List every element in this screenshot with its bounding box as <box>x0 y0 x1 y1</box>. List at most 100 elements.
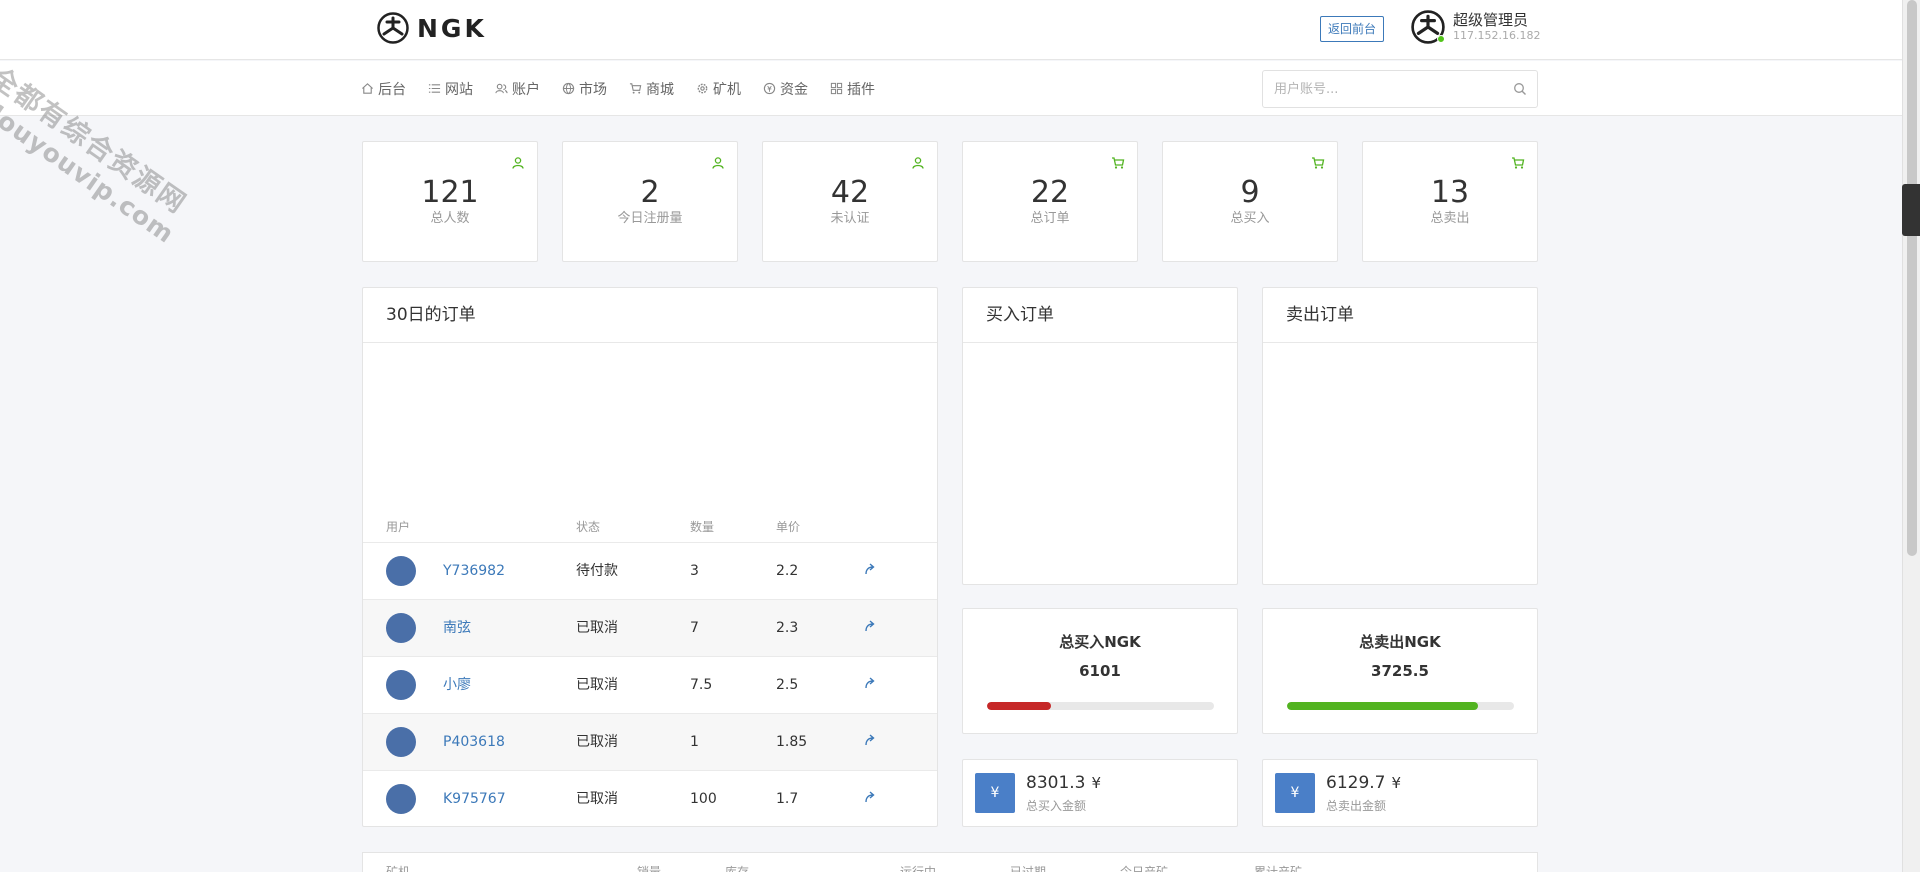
coin-icon <box>763 82 776 95</box>
nav-label: 市场 <box>579 81 607 98</box>
stat-card-total-orders: 22 总订单 <box>962 141 1138 262</box>
nav-label: 后台 <box>378 81 406 98</box>
cart-icon <box>1312 157 1325 169</box>
table-row: P403618 已取消 1 1.85 <box>363 713 937 770</box>
order-price: 1.7 <box>776 791 799 807</box>
stat-label: 未认证 <box>830 211 870 226</box>
search-icon[interactable] <box>1513 82 1527 96</box>
stat-value: 42 <box>830 175 870 210</box>
nav-item-miner[interactable]: 矿机 <box>696 79 741 99</box>
nav-item-mall[interactable]: 商城 <box>629 79 674 99</box>
scrollbar-thumb[interactable] <box>1907 0 1917 556</box>
column-header: 库存 <box>725 865 750 872</box>
total-sell-amount-card: ¥ 6129.7 ¥ 总卖出金额 <box>1262 759 1538 827</box>
order-price: 2.3 <box>776 620 799 636</box>
column-header: 状态 <box>576 520 601 534</box>
column-header: 单价 <box>776 520 801 534</box>
share-icon[interactable] <box>863 790 877 804</box>
order-user-link[interactable]: Y736982 <box>443 543 505 599</box>
table-row: 南弦 已取消 7 2.3 <box>363 599 937 656</box>
table-row: K975767 已取消 100 1.7 <box>363 770 937 827</box>
column-header: 运行中 <box>900 865 937 872</box>
order-status: 待付款 <box>576 563 618 579</box>
back-to-frontend-button[interactable]: 返回前台 <box>1320 16 1385 42</box>
total-buy-amount-card: ¥ 8301.3 ¥ 总买入金额 <box>962 759 1238 827</box>
share-icon[interactable] <box>863 619 877 633</box>
brand-logo[interactable]: NGK <box>377 12 487 44</box>
order-status: 已取消 <box>576 677 618 693</box>
total-buy-amount: 8301.3 ¥ <box>1026 773 1101 793</box>
nav-label: 网站 <box>445 81 473 98</box>
stat-value: 9 <box>1240 175 1260 210</box>
stat-value: 121 <box>421 175 479 210</box>
list-icon <box>428 84 441 93</box>
avatar <box>386 784 416 814</box>
total-buy-progress-fill <box>987 702 1051 710</box>
column-header: 已过期 <box>1010 865 1047 872</box>
column-header: 累计产矿 <box>1254 865 1303 872</box>
stat-value: 13 <box>1430 175 1470 210</box>
top-bar: NGK 返回前台 超级管理员 117.152.16.182 <box>0 0 1902 60</box>
total-buy-amount-value: 8301.3 <box>1026 773 1086 793</box>
user-icon <box>712 157 724 169</box>
yen-icon: ¥ <box>975 773 1015 813</box>
order-user-link[interactable]: 小廖 <box>443 657 471 713</box>
total-sell-title: 总卖出NGK <box>1359 633 1441 651</box>
currency-symbol: ¥ <box>1391 774 1402 792</box>
total-sell-amount: 6129.7 ¥ <box>1326 773 1401 793</box>
total-buy-amount-label: 总买入金额 <box>1026 799 1087 813</box>
yen-icon: ¥ <box>1275 773 1315 813</box>
side-tab[interactable] <box>1902 184 1920 236</box>
stat-value: 22 <box>1030 175 1070 210</box>
nav-item-market[interactable]: 市场 <box>562 79 607 99</box>
users-icon <box>495 83 508 94</box>
buy-orders-panel: 买入订单 <box>962 287 1238 585</box>
nav-label: 插件 <box>847 81 875 98</box>
online-status-dot <box>1437 35 1445 43</box>
page-scrollbar[interactable] <box>1902 0 1920 872</box>
brand-name: NGK <box>417 13 487 43</box>
nav-item-account[interactable]: 账户 <box>495 79 540 99</box>
total-buy-progress <box>987 702 1214 710</box>
total-sell-amount-value: 6129.7 <box>1326 773 1386 793</box>
order-quantity: 7 <box>690 620 699 636</box>
nav-item-funds[interactable]: 资金 <box>763 79 808 99</box>
avatar <box>386 670 416 700</box>
nav-item-backend[interactable]: 后台 <box>361 79 406 99</box>
nav-label: 资金 <box>780 81 808 98</box>
user-icon <box>912 157 924 169</box>
currency-symbol: ¥ <box>1091 774 1102 792</box>
nav-label: 账户 <box>512 81 540 98</box>
nav-label: 矿机 <box>713 81 741 98</box>
column-header: 销量 <box>637 865 662 872</box>
nav-item-plugins[interactable]: 插件 <box>830 79 875 99</box>
sell-orders-panel: 卖出订单 <box>1262 287 1538 585</box>
home-icon <box>362 83 373 94</box>
order-user-link[interactable]: P403618 <box>443 714 505 770</box>
order-user-link[interactable]: 南弦 <box>443 600 471 656</box>
cart-icon <box>1512 157 1525 169</box>
cart-icon <box>629 83 642 94</box>
nav-item-website[interactable]: 网站 <box>428 79 473 99</box>
share-icon[interactable] <box>863 562 877 576</box>
gear-icon <box>697 83 708 94</box>
stat-label: 总买入 <box>1230 211 1270 226</box>
admin-name: 超级管理员 <box>1453 11 1529 29</box>
orders-panel-title: 30日的订单 <box>363 288 937 343</box>
total-buy-ngk-card: 总买入NGK 6101 <box>962 608 1238 734</box>
miner-table: 矿机 销量 库存 运行中 已过期 今日产矿 累计产矿 <box>362 852 1538 872</box>
search-input[interactable] <box>1263 71 1493 107</box>
admin-profile[interactable]: 超级管理员 117.152.16.182 <box>1411 10 1540 44</box>
logo-icon <box>377 12 409 44</box>
stat-card-total-sell: 13 总卖出 <box>1362 141 1538 262</box>
total-sell-progress-fill <box>1287 702 1478 710</box>
column-header: 用户 <box>386 520 411 534</box>
total-buy-title: 总买入NGK <box>1059 633 1141 651</box>
share-icon[interactable] <box>863 676 877 690</box>
watermark-url: douyouvip.com <box>0 94 180 250</box>
order-price: 1.85 <box>776 734 808 750</box>
order-user-link[interactable]: K975767 <box>443 771 506 827</box>
order-status: 已取消 <box>576 791 618 807</box>
share-icon[interactable] <box>863 733 877 747</box>
order-price: 2.2 <box>776 563 799 579</box>
